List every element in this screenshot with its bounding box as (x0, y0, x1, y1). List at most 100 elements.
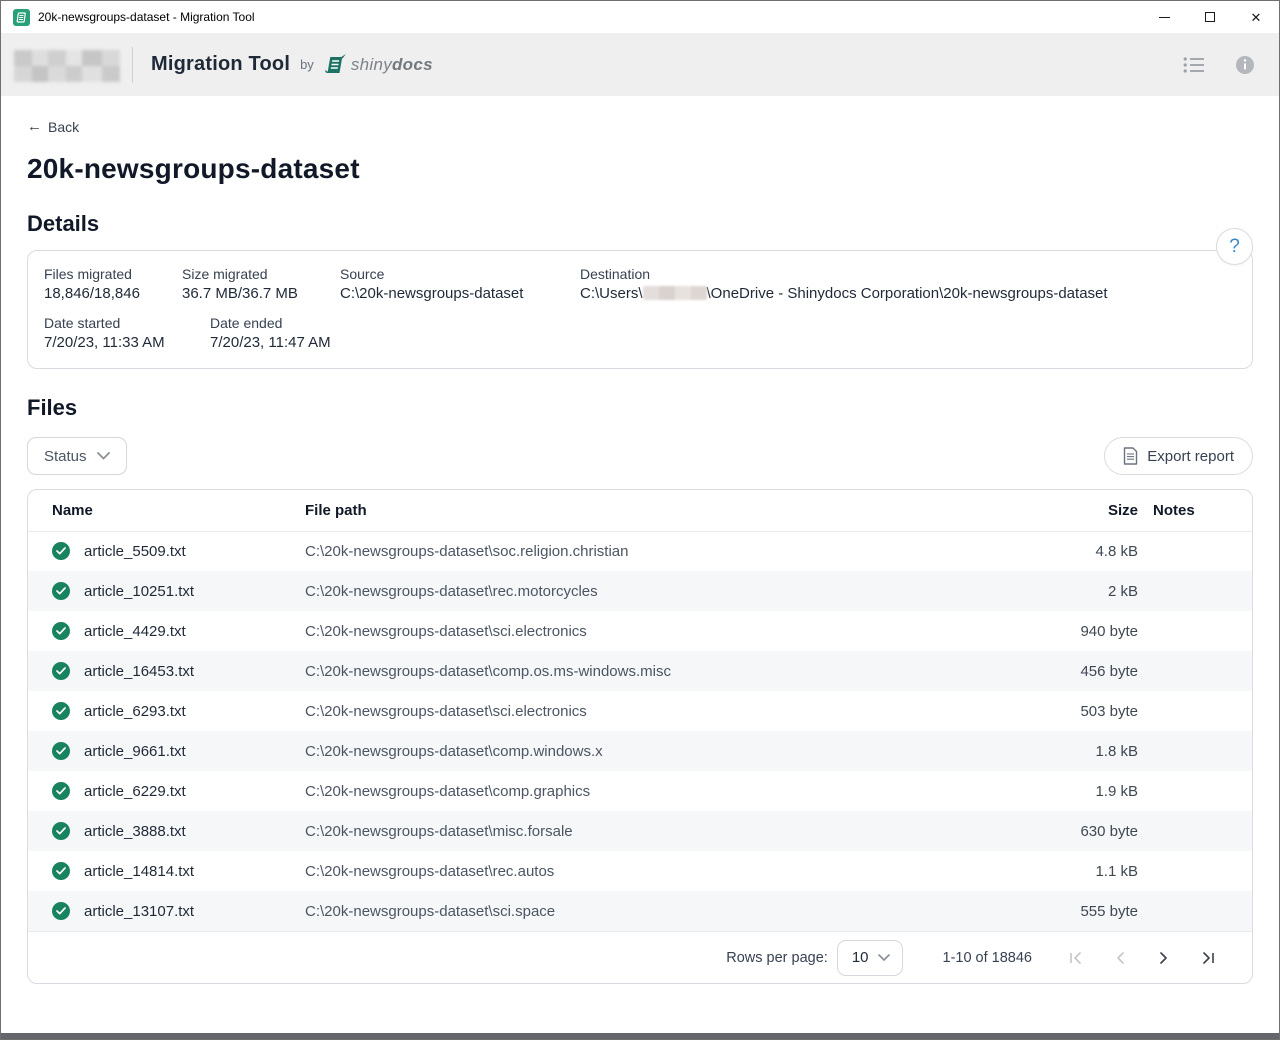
table-row[interactable]: article_16453.txt C:\20k-newsgroups-data… (28, 651, 1252, 691)
status-filter-label: Status (44, 448, 87, 465)
destination-value: C:\Users\\OneDrive - Shinydocs Corporati… (580, 285, 1236, 302)
minimize-button[interactable] (1141, 1, 1187, 33)
column-header-size: Size (998, 490, 1138, 531)
file-size: 630 byte (998, 811, 1138, 851)
rows-per-page-select[interactable]: 10 (837, 940, 903, 976)
back-arrow-icon: ← (27, 118, 42, 135)
table-row[interactable]: article_13107.txt C:\20k-newsgroups-data… (28, 891, 1252, 931)
file-notes (1138, 691, 1252, 731)
file-size: 1.9 kB (998, 771, 1138, 811)
next-page-button[interactable] (1142, 940, 1186, 976)
file-path: C:\20k-newsgroups-dataset\sci.space (305, 891, 998, 931)
source-value: C:\20k-newsgroups-dataset (340, 285, 580, 302)
rows-per-page-label: Rows per page: (726, 950, 828, 966)
table-row[interactable]: article_5509.txt C:\20k-newsgroups-datas… (28, 531, 1252, 571)
first-page-button[interactable] (1054, 940, 1098, 976)
app-title: Migration Tool (151, 53, 290, 76)
files-table: Name File path Size Notes article_5509.t… (28, 490, 1252, 931)
file-notes (1138, 651, 1252, 691)
page-title: 20k-newsgroups-dataset (27, 153, 1253, 185)
queue-list-icon[interactable] (1183, 56, 1205, 74)
source-label: Source (340, 266, 580, 282)
files-migrated-value: 18,846/18,846 (44, 285, 182, 302)
file-size: 4.8 kB (998, 531, 1138, 571)
window-title: 20k-newsgroups-dataset - Migration Tool (38, 10, 255, 24)
file-notes (1138, 771, 1252, 811)
close-icon: ✕ (1251, 11, 1262, 24)
table-row[interactable]: article_4429.txt C:\20k-newsgroups-datas… (28, 611, 1252, 651)
file-name: article_13107.txt (84, 903, 194, 920)
file-name: article_6293.txt (84, 703, 186, 720)
files-controls: Status Export report (27, 437, 1253, 475)
source-field: Source C:\20k-newsgroups-dataset (340, 266, 580, 302)
file-path: C:\20k-newsgroups-dataset\sci.electronic… (305, 691, 998, 731)
table-row[interactable]: article_10251.txt C:\20k-newsgroups-data… (28, 571, 1252, 611)
chevron-down-icon (878, 954, 890, 961)
maximize-icon (1205, 12, 1215, 22)
file-path: C:\20k-newsgroups-dataset\rec.autos (305, 851, 998, 891)
table-row[interactable]: article_6293.txt C:\20k-newsgroups-datas… (28, 691, 1252, 731)
app-window: 20k-newsgroups-dataset - Migration Tool … (0, 0, 1280, 1040)
file-path: C:\20k-newsgroups-dataset\rec.motorcycle… (305, 571, 998, 611)
details-row-1: Files migrated 18,846/18,846 Size migrat… (44, 266, 1236, 302)
table-row[interactable]: article_9661.txt C:\20k-newsgroups-datas… (28, 731, 1252, 771)
column-header-file-path: File path (305, 490, 998, 531)
size-migrated-label: Size migrated (182, 266, 340, 282)
previous-page-button[interactable] (1098, 940, 1142, 976)
file-notes (1138, 611, 1252, 651)
last-page-button[interactable] (1186, 940, 1230, 976)
next-page-icon (1159, 952, 1169, 964)
last-page-icon (1201, 952, 1215, 964)
file-notes (1138, 531, 1252, 571)
file-size: 1.1 kB (998, 851, 1138, 891)
main-content: ← Back ? 20k-newsgroups-dataset Details … (1, 96, 1279, 1033)
details-card: Files migrated 18,846/18,846 Size migrat… (27, 250, 1253, 369)
success-check-icon (52, 742, 70, 760)
file-notes (1138, 851, 1252, 891)
chevron-down-icon (97, 452, 110, 460)
status-filter-button[interactable]: Status (27, 437, 127, 475)
file-size: 555 byte (998, 891, 1138, 931)
date-ended-label: Date ended (210, 315, 331, 331)
files-migrated-label: Files migrated (44, 266, 182, 282)
file-name: article_5509.txt (84, 543, 186, 560)
file-path: C:\20k-newsgroups-dataset\sci.electronic… (305, 611, 998, 651)
table-header-row: Name File path Size Notes (28, 490, 1252, 531)
success-check-icon (52, 902, 70, 920)
success-check-icon (52, 702, 70, 720)
file-path: C:\20k-newsgroups-dataset\misc.forsale (305, 811, 998, 851)
file-name: article_4429.txt (84, 623, 186, 640)
window-bottom-edge (1, 1033, 1279, 1039)
size-migrated-field: Size migrated 36.7 MB/36.7 MB (182, 266, 340, 302)
file-size: 940 byte (998, 611, 1138, 651)
success-check-icon (52, 542, 70, 560)
file-path: C:\20k-newsgroups-dataset\comp.os.ms-win… (305, 651, 998, 691)
table-row[interactable]: article_14814.txt C:\20k-newsgroups-data… (28, 851, 1252, 891)
file-path: C:\20k-newsgroups-dataset\soc.religion.c… (305, 531, 998, 571)
file-name: article_3888.txt (84, 823, 186, 840)
files-migrated-field: Files migrated 18,846/18,846 (44, 266, 182, 302)
header-actions (1183, 55, 1255, 75)
brand-name: shinydocs (351, 55, 433, 75)
maximize-button[interactable] (1187, 1, 1233, 33)
file-notes (1138, 891, 1252, 931)
redacted-username (643, 286, 707, 300)
details-heading: Details (27, 211, 1253, 237)
info-icon[interactable] (1235, 55, 1255, 75)
close-button[interactable]: ✕ (1233, 1, 1279, 33)
minimize-icon (1159, 17, 1170, 18)
success-check-icon (52, 662, 70, 680)
table-row[interactable]: article_6229.txt C:\20k-newsgroups-datas… (28, 771, 1252, 811)
success-check-icon (52, 622, 70, 640)
table-row[interactable]: article_3888.txt C:\20k-newsgroups-datas… (28, 811, 1252, 851)
date-started-value: 7/20/23, 11:33 AM (44, 334, 210, 351)
header-branding: Migration Tool by shinydocs (14, 46, 433, 84)
help-button[interactable]: ? (1216, 228, 1253, 265)
back-link[interactable]: ← Back (27, 118, 79, 135)
file-name: article_16453.txt (84, 663, 194, 680)
export-report-button[interactable]: Export report (1104, 437, 1253, 475)
page-range-label: 1-10 of 18846 (943, 950, 1033, 966)
column-header-notes: Notes (1138, 490, 1252, 531)
window-controls: ✕ (1141, 1, 1279, 33)
date-ended-value: 7/20/23, 11:47 AM (210, 334, 331, 351)
